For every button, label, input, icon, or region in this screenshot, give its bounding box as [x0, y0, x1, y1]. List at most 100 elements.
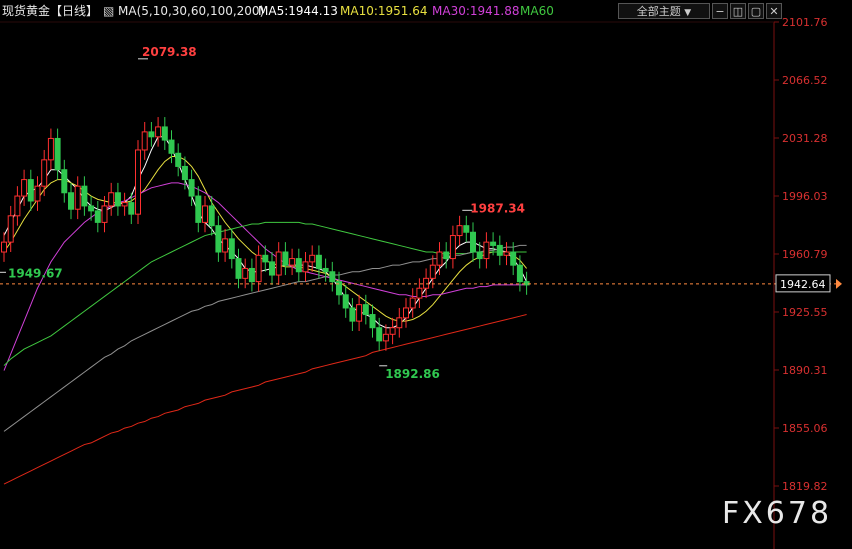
- candle-body: [269, 261, 275, 276]
- candle-body: [7, 215, 14, 243]
- candle-body: [483, 241, 490, 260]
- restore-icon[interactable]: ◫: [730, 3, 746, 19]
- candle-body: [309, 254, 316, 263]
- candle-body: [389, 327, 396, 335]
- candle-body: [168, 139, 175, 154]
- candle-body: [248, 267, 255, 283]
- candle-body: [34, 185, 41, 202]
- candle-body: [228, 238, 235, 260]
- theme-select[interactable]: 全部主题 ▼: [618, 3, 710, 19]
- candle-body: [27, 179, 34, 202]
- candle-body: [255, 254, 262, 283]
- watermark-logo: FX678: [722, 496, 833, 531]
- candle-body: [342, 294, 349, 309]
- candle-body: [141, 131, 148, 151]
- candle-body: [195, 195, 202, 223]
- y-tick-label: 1819.82: [782, 480, 828, 493]
- candle-body: [302, 261, 309, 273]
- symbol-name: 现货黄金: [2, 4, 51, 18]
- candle-body: [349, 307, 356, 322]
- candle-body: [215, 225, 222, 253]
- candle-body: [47, 137, 54, 161]
- y-tick-label: 1855.06: [782, 422, 828, 435]
- candle-body: [188, 179, 195, 197]
- candle-body: [315, 254, 322, 269]
- candle-body: [362, 304, 369, 316]
- period-label[interactable]: 【日线】: [50, 4, 98, 18]
- candle-body: [409, 297, 416, 309]
- candle-body: [1, 241, 7, 253]
- y-tick-label: 2031.28: [782, 132, 828, 145]
- maximize-icon[interactable]: ▢: [748, 3, 764, 19]
- candle-body: [161, 126, 168, 141]
- candle-body: [476, 251, 483, 260]
- candle-body: [275, 251, 282, 276]
- current-price-label: 1942.64: [780, 278, 826, 291]
- ma10-value: MA10:1951.64: [340, 4, 428, 18]
- candle-body: [181, 165, 188, 181]
- candle-body: [68, 192, 74, 210]
- indicator-icon[interactable]: ▧: [103, 4, 114, 18]
- candle-body: [295, 258, 302, 273]
- close-icon[interactable]: ✕: [766, 3, 782, 19]
- ma-line-ma200: [3, 314, 527, 485]
- ma-line-ma10: [3, 156, 527, 322]
- candle-body: [503, 251, 510, 256]
- candle-body: [94, 210, 101, 223]
- y-tick-label: 1960.79: [782, 248, 828, 261]
- ma-params: MA(5,10,30,60,100,200): [118, 4, 265, 18]
- candle-body: [490, 241, 497, 246]
- candle-body: [208, 205, 215, 227]
- candle-body: [81, 185, 88, 207]
- candle-body: [369, 314, 376, 329]
- ma-line-ma30: [3, 182, 527, 371]
- candle-body: [282, 251, 289, 266]
- candle-body: [403, 307, 409, 319]
- candle-body: [41, 159, 48, 187]
- ma30-value: MA30:1941.88: [432, 4, 520, 18]
- theme-select-label: 全部主题: [636, 5, 681, 18]
- candlestick-chart: 1942.642079.381949.671892.861987.34 2101…: [0, 16, 842, 549]
- candle-body: [175, 152, 182, 167]
- candle-body: [202, 205, 208, 223]
- side-panel-strip[interactable]: [840, 0, 852, 549]
- low-label: 1892.86: [385, 367, 440, 381]
- candle-body: [222, 238, 229, 253]
- candle-body: [155, 126, 162, 138]
- candle-body: [436, 251, 443, 266]
- candle-body: [128, 202, 135, 215]
- candle-body: [416, 287, 423, 299]
- candle-body: [101, 205, 108, 223]
- y-tick-label: 2066.52: [782, 74, 828, 87]
- candle-body: [322, 267, 329, 273]
- minus-icon[interactable]: −: [712, 3, 728, 19]
- ma60-label: MA60: [520, 4, 554, 18]
- candle-body: [14, 195, 21, 217]
- ma-line-ma5: [3, 136, 528, 329]
- candle-body: [429, 264, 436, 279]
- candle-body: [510, 251, 517, 266]
- candle-body: [74, 185, 81, 210]
- chart-header: 现货黄金 【日线】 ▧ MA(5,10,30,60,100,200) MA5:1…: [0, 0, 852, 22]
- candle-body: [289, 258, 296, 266]
- left-marker-label: 1949.67: [8, 266, 63, 280]
- high-label: 2079.38: [142, 45, 197, 59]
- ma-line-ma100: [3, 244, 527, 432]
- y-tick-label: 1925.55: [782, 306, 828, 319]
- ma5-value: MA5:1944.13: [258, 4, 338, 18]
- candle-body: [242, 267, 249, 279]
- candle-body: [496, 244, 503, 256]
- candle-body: [423, 277, 430, 289]
- candle-body: [523, 281, 530, 286]
- candle-body: [88, 205, 95, 212]
- candle-body: [54, 137, 61, 171]
- candle-body: [443, 251, 450, 260]
- candle-body: [376, 327, 383, 342]
- candle-body: [382, 333, 389, 342]
- candle-body: [456, 225, 463, 237]
- candle-body: [114, 192, 121, 207]
- candle-body: [396, 317, 403, 329]
- y-tick-label: 1996.03: [782, 190, 828, 203]
- candle-body: [135, 149, 141, 215]
- candle-body: [356, 304, 363, 322]
